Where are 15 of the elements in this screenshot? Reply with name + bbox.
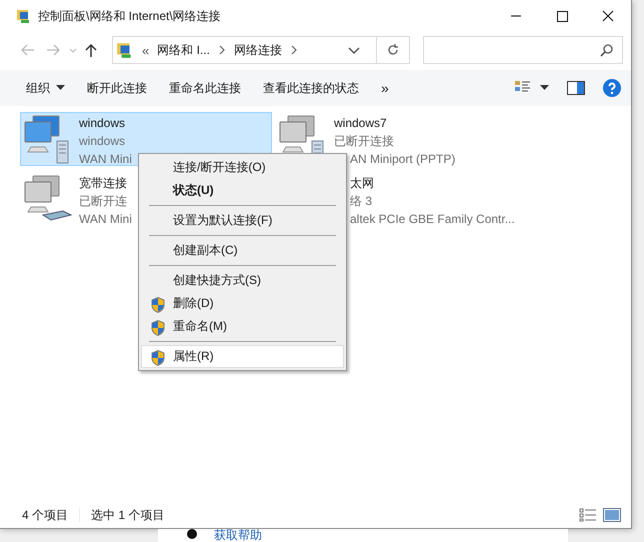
connection-detail: 已断开连 bbox=[79, 193, 127, 210]
connection-detail: WAN Mini bbox=[79, 151, 132, 168]
connection-detail: 已断开连接 bbox=[334, 133, 394, 150]
window-title: 控制面板\网络和 Internet\网络连接 bbox=[38, 8, 221, 24]
connection-name: windows7 bbox=[334, 115, 387, 132]
connection-detail: windows bbox=[79, 133, 126, 150]
selection-count: 选中 1 个项目 bbox=[91, 506, 164, 524]
connection-detail: AN Miniport (PPTP) bbox=[350, 151, 456, 168]
connection-name: 宽带连接 bbox=[79, 175, 127, 192]
connection-detail: WAN Mini bbox=[79, 211, 132, 228]
connection-detail: 络 3 bbox=[350, 193, 372, 210]
connection-name: windows bbox=[79, 115, 126, 132]
item-count: 4 个项目 bbox=[22, 506, 68, 524]
connection-name: 太网 bbox=[350, 175, 374, 192]
connection-detail: altek PCIe GBE Family Contr... bbox=[350, 211, 515, 228]
